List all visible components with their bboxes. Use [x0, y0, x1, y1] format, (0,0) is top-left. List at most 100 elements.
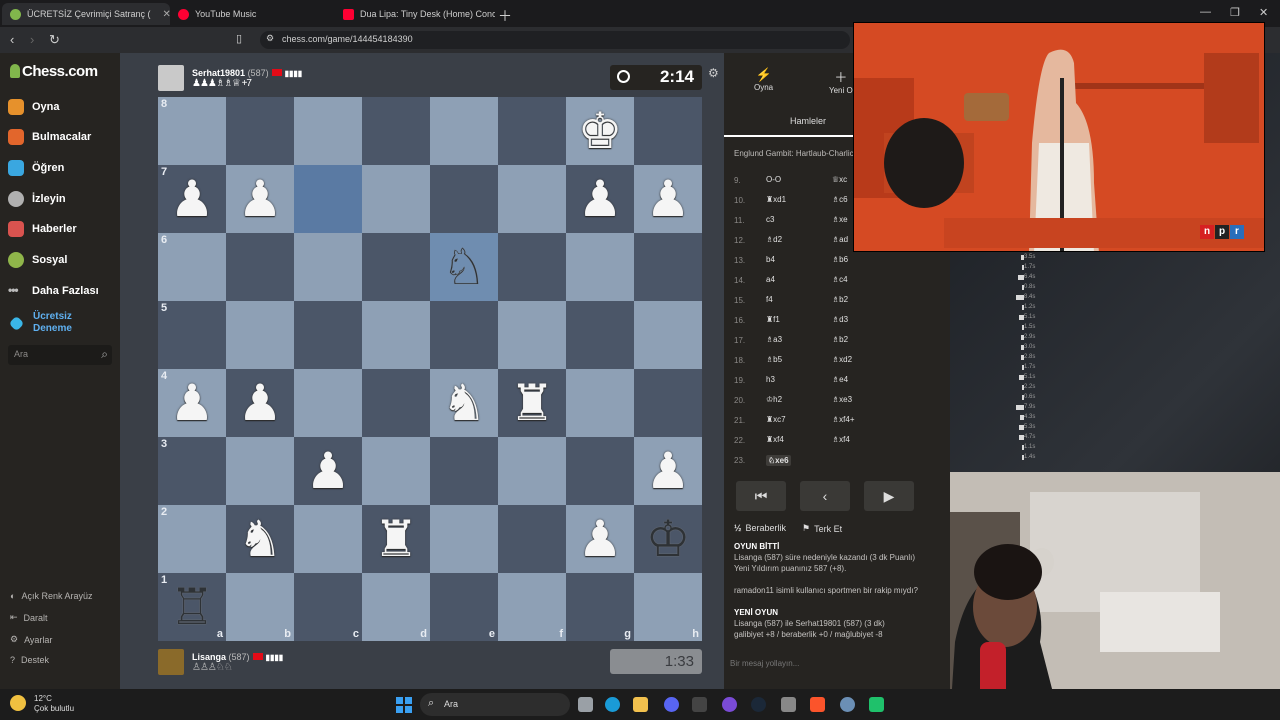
- sidebar-item-izleyin[interactable]: İzleyin: [8, 191, 66, 207]
- square-c5[interactable]: [294, 301, 362, 369]
- edge-icon[interactable]: [605, 697, 620, 712]
- player-name[interactable]: Lisanga: [192, 652, 226, 662]
- square-h8[interactable]: [634, 97, 702, 165]
- square-h7[interactable]: ♟: [634, 165, 702, 233]
- piece-f4[interactable]: ♜: [510, 378, 555, 428]
- search-icon[interactable]: ⌕: [101, 347, 108, 362]
- tab-play[interactable]: ⚡ Oyna: [754, 67, 773, 92]
- square-h2[interactable]: ♔: [634, 505, 702, 573]
- site-info-icon[interactable]: ⚙: [266, 33, 274, 44]
- piece-g7[interactable]: ♟: [578, 174, 623, 224]
- white-move[interactable]: ♗b5: [766, 355, 782, 364]
- piece-h7[interactable]: ♟: [646, 174, 691, 224]
- sidebar-item-ogren[interactable]: Öğren: [8, 160, 64, 176]
- white-move[interactable]: O-O: [766, 175, 781, 184]
- white-move[interactable]: f4: [766, 295, 773, 304]
- square-b7[interactable]: ♟: [226, 165, 294, 233]
- square-h5[interactable]: [634, 301, 702, 369]
- task-view-icon[interactable]: [578, 697, 593, 712]
- app-icon[interactable]: [722, 697, 737, 712]
- square-g5[interactable]: [566, 301, 634, 369]
- new-tab-icon[interactable]: ＋: [498, 6, 512, 26]
- white-move[interactable]: ♜f1: [766, 315, 780, 324]
- square-a6[interactable]: 6: [158, 233, 226, 301]
- square-f7[interactable]: [498, 165, 566, 233]
- square-b3[interactable]: [226, 437, 294, 505]
- white-move[interactable]: b4: [766, 255, 775, 264]
- square-f1[interactable]: f: [498, 573, 566, 641]
- black-move[interactable]: ♗ad: [832, 235, 848, 244]
- black-move[interactable]: ♗c4: [832, 275, 848, 284]
- square-f3[interactable]: [498, 437, 566, 505]
- start-icon[interactable]: [396, 697, 412, 713]
- forward-icon[interactable]: ›: [30, 32, 34, 47]
- reload-icon[interactable]: ↻: [49, 32, 60, 48]
- discord-icon[interactable]: [664, 697, 679, 712]
- square-f4[interactable]: ♜: [498, 369, 566, 437]
- square-e5[interactable]: [430, 301, 498, 369]
- avatar[interactable]: [158, 649, 184, 675]
- tab-youtube-music[interactable]: YouTube Music: [170, 3, 335, 25]
- square-e8[interactable]: [430, 97, 498, 165]
- white-move[interactable]: ♔h2: [766, 395, 782, 404]
- piece-b2[interactable]: ♞: [238, 514, 283, 564]
- square-e7[interactable]: [430, 165, 498, 233]
- square-b1[interactable]: b: [226, 573, 294, 641]
- black-move[interactable]: ♗xe3: [832, 395, 852, 404]
- chat-input[interactable]: Bir mesaj yollayın...: [730, 659, 799, 668]
- piece-c3[interactable]: ♟: [306, 446, 351, 496]
- piece-a1[interactable]: ♖: [170, 582, 215, 632]
- black-move[interactable]: ♗b6: [832, 255, 848, 264]
- chess-board[interactable]: 8 ♚ ♟ 7 ♟ ♟ ♟ 6 ♘ 5 ♟ 4 ♟ ♞ ♜ 3 ♟ ♟ 2 ♞ ♜ ♟ ♔ ♖ 1 a b c d e f g h: [158, 97, 702, 641]
- resign-button[interactable]: ⚑ Terk Et: [802, 523, 842, 534]
- piece-h2[interactable]: ♔: [646, 514, 691, 564]
- file-explorer-icon[interactable]: [633, 697, 648, 712]
- square-h6[interactable]: [634, 233, 702, 301]
- sidebar-item-sosyal[interactable]: Sosyal: [8, 252, 67, 268]
- white-move[interactable]: ♗d2: [766, 235, 782, 244]
- square-a8[interactable]: 8: [158, 97, 226, 165]
- close-tab-icon[interactable]: ✕: [163, 9, 170, 20]
- square-a3[interactable]: 3: [158, 437, 226, 505]
- white-move[interactable]: h3: [766, 375, 775, 384]
- square-g7[interactable]: ♟: [566, 165, 634, 233]
- back-icon[interactable]: ‹: [10, 32, 14, 47]
- piece-h3[interactable]: ♟: [646, 446, 691, 496]
- square-e4[interactable]: ♞: [430, 369, 498, 437]
- piece-b7[interactable]: ♟: [238, 174, 283, 224]
- url-field[interactable]: ⚙ chess.com/game/144454184390: [260, 31, 850, 49]
- sidebar-item-haberler[interactable]: Haberler: [8, 221, 77, 237]
- board-settings-icon[interactable]: ⚙: [708, 66, 719, 80]
- square-h4[interactable]: [634, 369, 702, 437]
- square-f5[interactable]: [498, 301, 566, 369]
- white-move[interactable]: ♗a3: [766, 335, 782, 344]
- app-icon[interactable]: [692, 697, 707, 712]
- opening-name[interactable]: Englund Gambit: Hartlaub-Charlick: [734, 149, 854, 158]
- close-window-icon[interactable]: ✕: [1259, 6, 1268, 19]
- piece-e6[interactable]: ♘: [442, 242, 487, 292]
- tab-dua-lipa[interactable]: Dua Lipa: Tiny Desk (Home) Conc: [335, 3, 495, 25]
- black-move[interactable]: ♕xc: [832, 175, 847, 184]
- sidebar-item-daha-fazlasi[interactable]: ••• Daha Fazlası: [8, 283, 99, 299]
- black-move[interactable]: ♗xe: [832, 215, 848, 224]
- piece-e4[interactable]: ♞: [442, 378, 487, 428]
- settings-app-icon[interactable]: [840, 697, 855, 712]
- square-b2[interactable]: ♞: [226, 505, 294, 573]
- app-icon[interactable]: [781, 697, 796, 712]
- square-c8[interactable]: [294, 97, 362, 165]
- app-icon[interactable]: [869, 697, 884, 712]
- brave-icon[interactable]: [810, 697, 825, 712]
- square-g4[interactable]: [566, 369, 634, 437]
- settings-button[interactable]: ⚙ Ayarlar: [10, 634, 52, 645]
- square-e3[interactable]: [430, 437, 498, 505]
- square-c1[interactable]: c: [294, 573, 362, 641]
- sidebar-search-input[interactable]: Ara ⌕: [8, 345, 112, 365]
- white-move[interactable]: a4: [766, 275, 775, 284]
- square-b6[interactable]: [226, 233, 294, 301]
- square-g2[interactable]: ♟: [566, 505, 634, 573]
- steam-icon[interactable]: [751, 697, 766, 712]
- sidebar-item-bulmacalar[interactable]: Bulmacalar: [8, 129, 91, 145]
- white-move[interactable]: ♜xc7: [766, 415, 786, 424]
- white-move[interactable]: ♜xf4: [766, 435, 784, 444]
- square-c4[interactable]: [294, 369, 362, 437]
